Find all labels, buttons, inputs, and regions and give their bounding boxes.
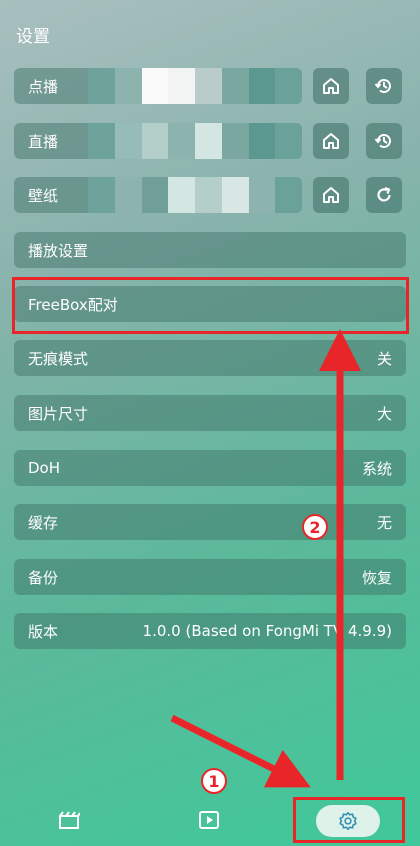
step1-badge: 1 [201, 768, 227, 794]
step2-badge: 2 [302, 514, 328, 540]
annotation-arrows [170, 329, 361, 788]
arrow-step1 [170, 714, 311, 788]
